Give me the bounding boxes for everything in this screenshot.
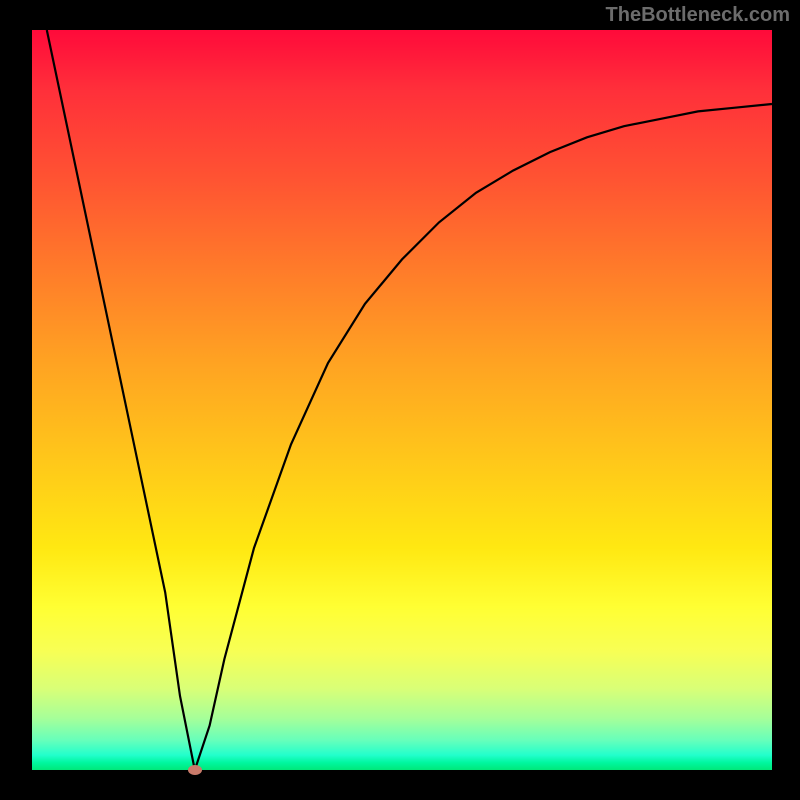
min-marker <box>188 765 202 775</box>
plot-area <box>32 30 772 770</box>
curve-layer <box>32 30 772 770</box>
curve-path <box>47 30 772 770</box>
watermark-text: TheBottleneck.com <box>606 4 790 27</box>
chart-container: TheBottleneck.com <box>0 0 800 800</box>
